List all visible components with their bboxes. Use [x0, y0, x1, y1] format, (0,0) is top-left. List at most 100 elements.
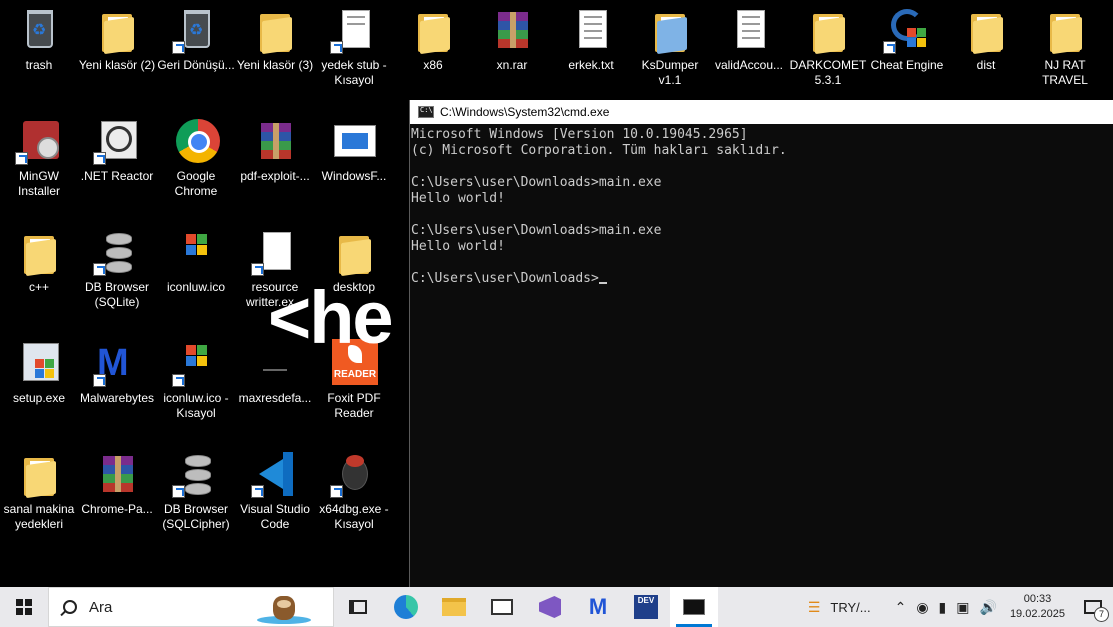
taskbar-cmd[interactable] [670, 587, 718, 627]
desktop-icon-mingw-installer[interactable]: MinGW Installer [0, 117, 78, 199]
console-prompt-line[interactable]: C:\Users\user\Downloads> [411, 271, 1113, 287]
windows-flag-icon [172, 228, 220, 276]
database-icon [93, 228, 141, 276]
desktop-icon-windowsf[interactable]: WindowsF... [315, 117, 393, 184]
console-line: Hello world! [411, 239, 505, 254]
taskbar-file-explorer[interactable] [430, 587, 478, 627]
text-cursor [598, 282, 607, 284]
console-line: Microsoft Windows [Version 10.0.19045.29… [411, 127, 748, 142]
desktop-icon-darkcomet[interactable]: DARKCOMET 5.3.1 [789, 6, 867, 88]
desktop-icon-cpp[interactable]: c++ [0, 228, 78, 295]
cmd-icon [418, 106, 434, 118]
setup-icon [15, 339, 63, 387]
start-button[interactable] [0, 587, 48, 627]
desktop-icon-ksdumper[interactable]: KsDumper v1.1 [631, 6, 709, 88]
console-line: C:\Users\user\Downloads>main.exe [411, 175, 662, 190]
desktop-icon-cheat-engine[interactable]: Cheat Engine [868, 6, 946, 73]
mail-icon [491, 599, 513, 615]
document-icon [330, 6, 378, 54]
volume-icon[interactable]: 🔊 [975, 599, 1002, 616]
chrome-icon [172, 117, 220, 165]
console-line: Hello world! [411, 191, 505, 206]
desktop-icon-trash[interactable]: trash [0, 6, 78, 73]
search-highlight-otter-icon [253, 590, 313, 626]
overlay-text: <he [268, 276, 394, 359]
network-icon[interactable]: ▣ [951, 599, 974, 616]
desktop-icon-dist[interactable]: dist [947, 6, 1025, 73]
text-file-icon [567, 6, 615, 54]
desktop-icon-iconluw-ico[interactable]: iconluw.ico [157, 228, 235, 295]
system-tray: ☰ TRY/... ⌃ ◉ ▮ ▣ 🔊 00:33 19.02.2025 7 [803, 587, 1113, 627]
taskbar-dev-cpp[interactable]: DEV [622, 587, 670, 627]
desktop-icon-iconluw-shortcut[interactable]: iconluw.ico - Kısayol [157, 339, 235, 421]
desktop-icon-erkek-txt[interactable]: erkek.txt [552, 6, 630, 73]
windows-flag-icon [172, 339, 220, 387]
desktop-icon-yeni-klasor-2[interactable]: Yeni klasör (2) [78, 6, 156, 73]
desktop-icon-x86[interactable]: x86 [394, 6, 472, 73]
taskbar-visual-studio[interactable] [526, 587, 574, 627]
battery-icon[interactable]: ▮ [934, 599, 952, 616]
search-icon [63, 600, 77, 614]
task-view-button[interactable] [334, 587, 382, 627]
malwarebytes-icon: M [93, 339, 141, 387]
desktop-icon-pdf-exploit[interactable]: pdf-exploit-... [236, 117, 314, 184]
winrar-icon [93, 450, 141, 498]
dev-cpp-icon: DEV [634, 595, 658, 619]
search-box[interactable]: Ara [48, 587, 334, 627]
cmd-title-bar[interactable]: C:\Windows\System32\cmd.exe [410, 100, 1113, 124]
desktop-icon-db-browser-sqlcipher[interactable]: DB Browser (SQLCipher) [157, 450, 235, 532]
folder-icon [804, 6, 852, 55]
desktop: trash Yeni klasör (2) Geri Dönüşü... Yen… [0, 0, 1113, 587]
cmd-title: C:\Windows\System32\cmd.exe [440, 105, 610, 119]
console-line: C:\Users\user\Downloads>main.exe [411, 223, 662, 238]
meeting-icon[interactable]: ◉ [911, 599, 933, 616]
task-view-icon [349, 600, 367, 614]
desktop-icon-google-chrome[interactable]: Google Chrome [157, 117, 235, 199]
windows-logo-icon [16, 599, 32, 615]
chevron-up-icon[interactable]: ⌃ [890, 599, 912, 616]
cmd-window[interactable]: C:\Windows\System32\cmd.exe Microsoft Wi… [409, 100, 1113, 587]
currency-label[interactable]: TRY/... [825, 600, 875, 615]
folder-icon [1041, 6, 1089, 55]
desktop-icon-setup-exe[interactable]: setup.exe [0, 339, 78, 406]
desktop-icon-chrome-pa[interactable]: Chrome-Pa... [78, 450, 156, 517]
folder-icon [330, 228, 378, 277]
folder-icon [93, 6, 141, 55]
console-prompt: C:\Users\user\Downloads> [411, 271, 599, 286]
clock-time: 00:33 [1023, 593, 1052, 605]
clock[interactable]: 00:33 19.02.2025 [1002, 592, 1073, 622]
desktop-icon-x64dbg[interactable]: x64dbg.exe - Kısayol [315, 450, 393, 532]
desktop-icon-xn-rar[interactable]: xn.rar [473, 6, 551, 73]
winrar-icon [488, 6, 536, 54]
desktop-icon-vscode[interactable]: Visual Studio Code [236, 450, 314, 532]
edge-icon [394, 595, 418, 619]
desktop-icon-malwarebytes[interactable]: M Malwarebytes [78, 339, 156, 406]
folder-icon [962, 6, 1010, 55]
cheat-engine-icon [883, 6, 931, 54]
folder-icon [251, 6, 299, 55]
cmd-console[interactable]: Microsoft Windows [Version 10.0.19045.29… [410, 124, 1113, 287]
vscode-icon [251, 450, 299, 498]
folder-icon [409, 6, 457, 55]
database-icon [172, 450, 220, 498]
notification-center-button[interactable]: 7 [1073, 587, 1113, 627]
desktop-icon-validaccou[interactable]: validAccou... [710, 6, 788, 73]
stacked-coins-icon[interactable]: ☰ [803, 599, 826, 616]
text-file-icon [725, 6, 773, 54]
recycle-bin-icon [15, 6, 63, 54]
winrar-icon [251, 117, 299, 165]
folder-icon [442, 598, 466, 616]
desktop-icon-sanal-makina-yedekleri[interactable]: sanal makina yedekleri [0, 450, 78, 532]
taskbar-edge[interactable] [382, 587, 430, 627]
desktop-icon-yeni-klasor-3[interactable]: Yeni klasör (3) [236, 6, 314, 73]
desktop-icon-yedek-stub[interactable]: yedek stub - Kısayol [315, 6, 393, 88]
installer-icon [15, 117, 63, 165]
desktop-icon-nj-rat-travel[interactable]: NJ RAT TRAVEL [1026, 6, 1104, 88]
malwarebytes-icon: M [588, 594, 608, 619]
desktop-icon-net-reactor[interactable]: .NET Reactor [78, 117, 156, 184]
console-line: ​ [411, 255, 1113, 271]
desktop-icon-db-browser-sqlite[interactable]: DB Browser (SQLite) [78, 228, 156, 310]
desktop-icon-geri-donusum[interactable]: Geri Dönüşü... [157, 6, 235, 73]
taskbar-mail[interactable] [478, 587, 526, 627]
taskbar-malwarebytes[interactable]: M [574, 587, 622, 627]
